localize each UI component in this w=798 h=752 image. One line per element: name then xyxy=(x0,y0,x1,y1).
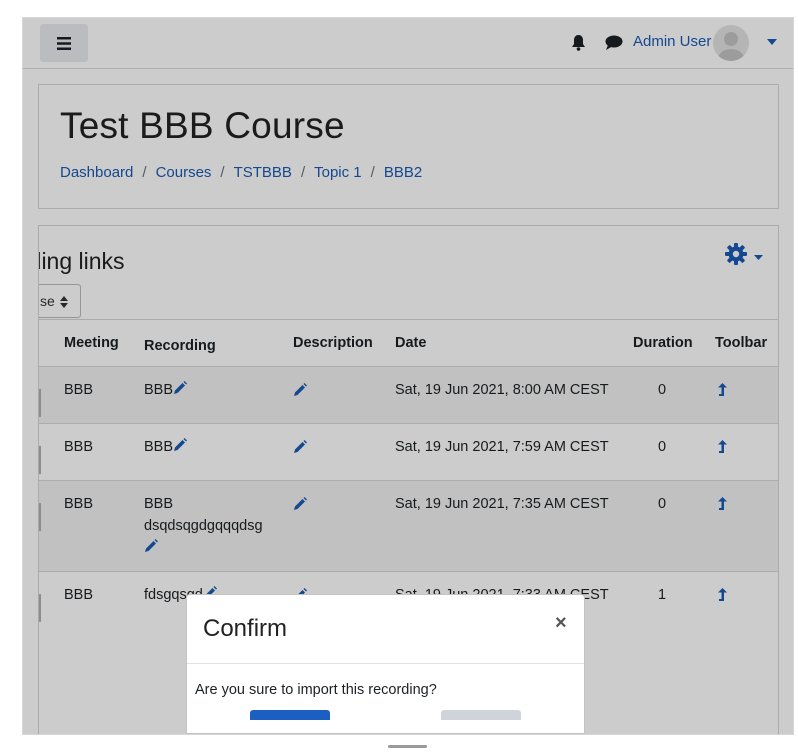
close-icon[interactable]: × xyxy=(555,612,567,635)
dialog-title: Confirm xyxy=(203,615,288,642)
confirm-dialog: Confirm × Are you sure to import this re… xyxy=(186,594,585,734)
dialog-message: Are you sure to import this recording? xyxy=(195,682,437,698)
resize-handle[interactable] xyxy=(388,745,427,748)
cancel-button[interactable] xyxy=(441,710,521,720)
dialog-divider xyxy=(187,663,584,664)
confirm-button[interactable] xyxy=(250,710,330,720)
